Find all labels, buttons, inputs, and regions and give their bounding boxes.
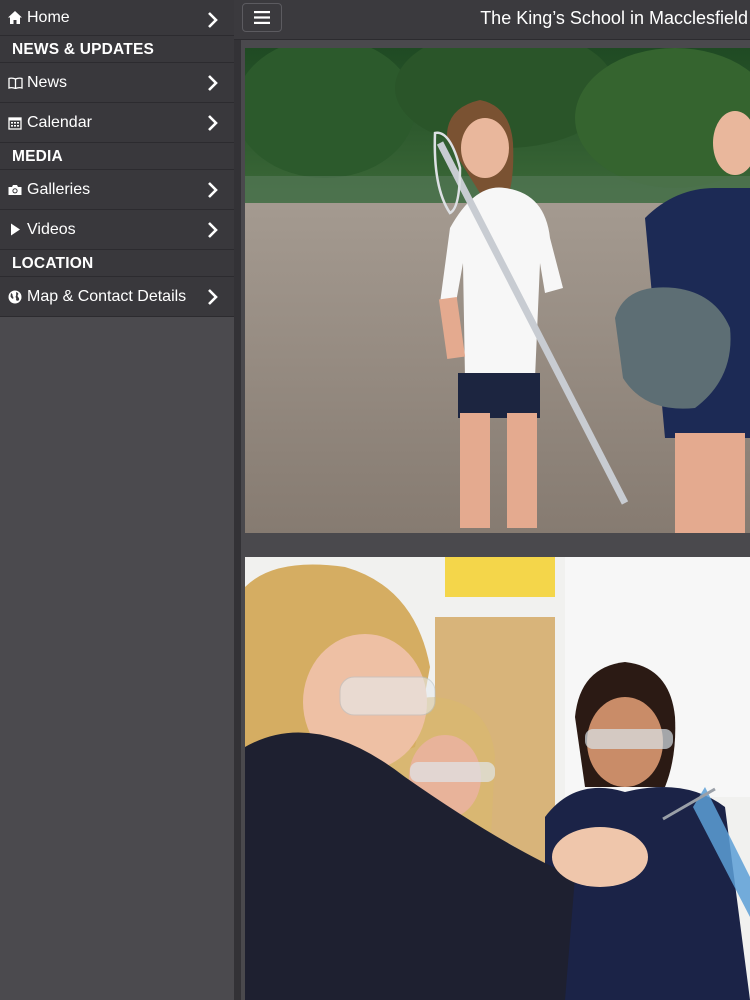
sidebar-item-label: Calendar (27, 113, 92, 131)
top-header-bar: The King’s School in Macclesfield (234, 0, 750, 40)
chevron-right-icon (208, 182, 218, 198)
section-header-location: LOCATION (0, 250, 234, 277)
book-icon (7, 75, 23, 91)
science-lab-students-photo (245, 557, 750, 1000)
chevron-right-icon (208, 12, 218, 28)
hamburger-menu-icon (254, 11, 270, 24)
sidebar-item-label: News (27, 73, 68, 91)
sidebar-item-label: Galleries (27, 180, 91, 198)
sidebar-item-calendar[interactable]: Calendar (0, 103, 234, 143)
globe-icon (7, 289, 23, 305)
chevron-right-icon (208, 289, 218, 305)
chevron-right-icon (208, 115, 218, 131)
sidebar-list: Home NEWS & UPDATES News Calendar MEDIA … (0, 0, 234, 317)
calendar-icon (7, 115, 23, 131)
sidebar-item-galleries[interactable]: Galleries (0, 170, 234, 210)
sidebar-menu: Home NEWS & UPDATES News Calendar MEDIA … (0, 0, 234, 1000)
camera-icon (7, 182, 23, 198)
section-header-news-updates: NEWS & UPDATES (0, 36, 234, 63)
chevron-right-icon (208, 75, 218, 91)
section-header-media: MEDIA (0, 143, 234, 170)
page-title: The King’s School in Macclesfield (480, 8, 748, 28)
sidebar-item-news[interactable]: News (0, 63, 234, 103)
sidebar-item-videos[interactable]: Videos (0, 210, 234, 250)
sidebar-item-map-contact[interactable]: Map & Contact Details (0, 277, 234, 317)
sidebar-item-home[interactable]: Home (0, 0, 234, 36)
panel-shadow-divider (234, 0, 241, 1000)
menu-toggle-button[interactable] (242, 3, 282, 32)
play-icon (7, 222, 23, 238)
sidebar-item-label: Videos (27, 220, 76, 238)
chevron-right-icon (208, 222, 218, 238)
sidebar-item-label: Map & Contact Details (27, 287, 187, 305)
sidebar-item-label: Home (27, 8, 70, 26)
lacrosse-girls-photo (245, 48, 750, 533)
home-icon (7, 10, 23, 26)
